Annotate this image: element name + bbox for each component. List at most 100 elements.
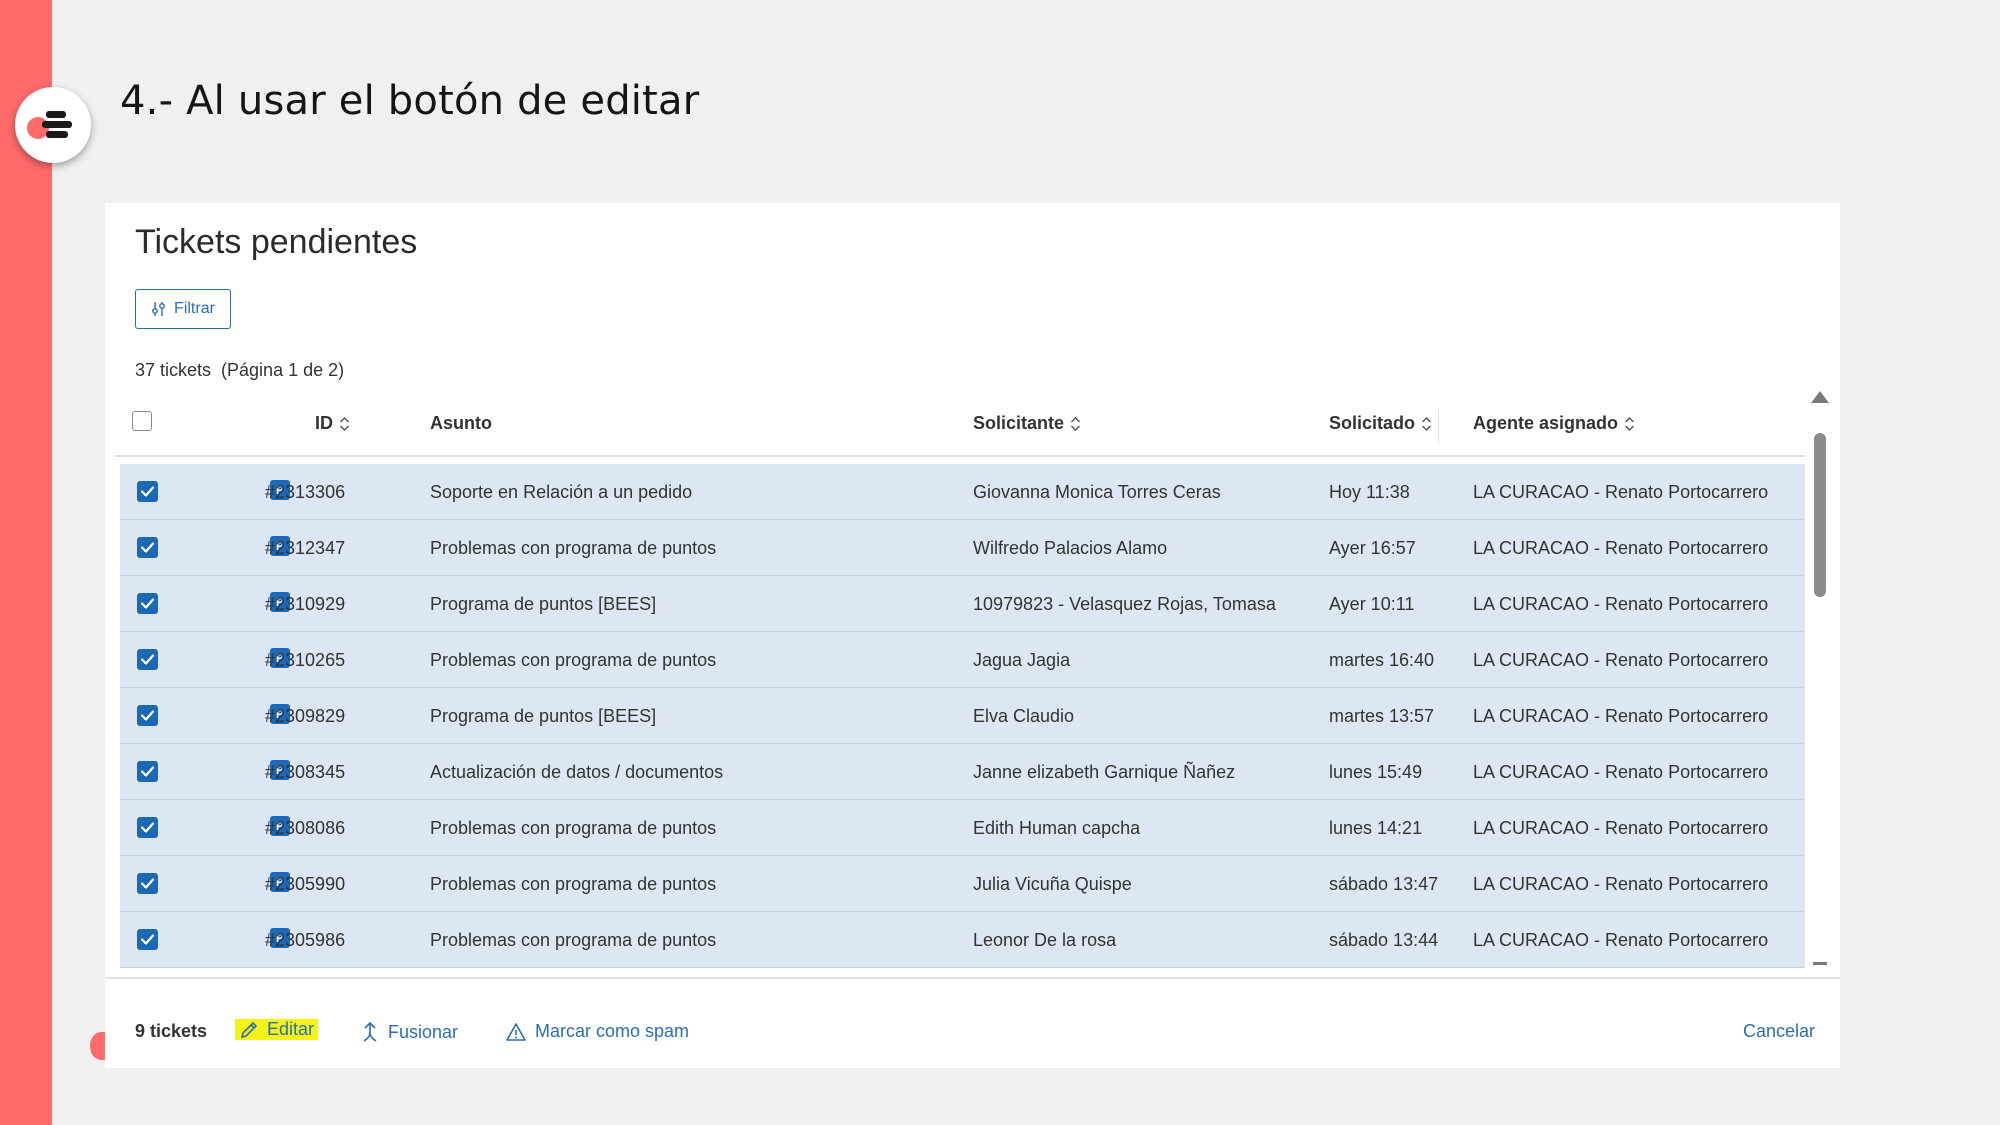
cell-id[interactable]: #2308345 [265, 762, 345, 783]
cell-id[interactable]: #2305990 [265, 874, 345, 895]
row-checkbox[interactable] [137, 481, 158, 502]
table-body: P #2313306 Soporte en Relación a un pedido… [120, 464, 1805, 973]
selected-count: 9 tickets [135, 1021, 208, 1041]
table-row[interactable]: P #2313306 Soporte en Relación a un pedido… [120, 464, 1805, 520]
table-row[interactable]: P #2305990 Problemas con programa de punto… [120, 856, 1805, 912]
column-header-subject: Asunto [430, 413, 492, 434]
row-checkbox[interactable] [137, 593, 158, 614]
cell-requested: martes 13:57 [1329, 706, 1435, 726]
cell-requester: Julia Vicuña Quispe [973, 874, 1132, 894]
cell-subject[interactable]: Soporte en Relación a un pedido [430, 482, 692, 503]
cell-requested: sábado 13:47 [1329, 874, 1439, 894]
cell-agent: LA CURACAO - Renato Portocarrero [1473, 762, 1769, 782]
logo-bar [42, 121, 72, 128]
cell-subject[interactable]: Programa de puntos [BEES] [430, 706, 656, 727]
slide-title: 4.- Al usar el botón de editar [120, 78, 700, 124]
column-header-requested[interactable]: Solicitado [1329, 413, 1432, 434]
cell-agent: LA CURACAO - Renato Portocarrero [1473, 874, 1769, 894]
column-header-label: Agente asignado [1473, 413, 1619, 433]
filter-sliders-icon [152, 302, 165, 316]
merge-button[interactable]: Fusionar [360, 1021, 458, 1043]
row-checkbox[interactable] [137, 537, 158, 558]
column-header-id[interactable]: ID [315, 413, 350, 434]
cell-subject[interactable]: Programa de puntos [BEES] [430, 594, 656, 615]
sort-icon [1625, 416, 1635, 431]
scrollbar-thumb[interactable] [1814, 433, 1826, 597]
brand-logo [15, 87, 91, 163]
table-row[interactable]: P #2310929 Programa de puntos [BEES] 109798… [120, 576, 1805, 632]
mark-spam-label: Marcar como spam [535, 1021, 690, 1041]
cell-requested: Hoy 11:38 [1329, 482, 1410, 502]
cell-id[interactable]: #2310265 [265, 650, 345, 671]
table-row[interactable]: P #2312347 Problemas con programa de punto… [120, 520, 1805, 576]
cell-agent: LA CURACAO - Renato Portocarrero [1473, 594, 1769, 614]
edit-button[interactable]: Editar [235, 1019, 319, 1040]
row-checkbox[interactable] [137, 761, 158, 782]
cancel-button[interactable]: Cancelar [1743, 1021, 1815, 1042]
mark-spam-button[interactable]: Marcar como spam [505, 1021, 689, 1042]
cell-requested: martes 16:40 [1329, 650, 1435, 670]
cell-requester: Wilfredo Palacios Alamo [973, 538, 1168, 558]
table-row[interactable]: P #2305986 Problemas con programa de punto… [120, 912, 1805, 968]
cell-id[interactable]: #2309829 [265, 706, 345, 727]
page-title: Tickets pendientes [135, 223, 418, 261]
decorative-stripe [0, 0, 52, 1125]
row-checkbox[interactable] [137, 873, 158, 894]
cell-requested: lunes 14:21 [1329, 818, 1423, 838]
cell-id[interactable]: #2310929 [265, 594, 345, 615]
column-header-requester[interactable]: Solicitante [973, 413, 1081, 434]
cell-subject[interactable]: Problemas con programa de puntos [430, 818, 716, 839]
cell-agent: LA CURACAO - Renato Portocarrero [1473, 706, 1769, 726]
column-header-label: Solicitado [1329, 413, 1416, 433]
cell-subject[interactable]: Problemas con programa de puntos [430, 930, 716, 951]
table-row[interactable]: P #2310265 Problemas con programa de punto… [120, 632, 1805, 688]
table-scrollbar[interactable] [1808, 391, 1832, 971]
sort-icon [1071, 416, 1081, 431]
column-header-label: Solicitante [973, 413, 1065, 433]
cell-id[interactable]: #2312347 [265, 538, 345, 559]
cell-subject[interactable]: Problemas con programa de puntos [430, 874, 716, 895]
row-checkbox[interactable] [137, 649, 158, 670]
row-checkbox[interactable] [137, 705, 158, 726]
merge-label: Fusionar [388, 1021, 459, 1042]
sort-icon [339, 416, 350, 431]
warning-icon [506, 1022, 526, 1041]
tickets-panel: Tickets pendientes Filtrar 37 tickets (P… [105, 203, 1840, 1068]
cell-agent: LA CURACAO - Renato Portocarrero [1473, 538, 1769, 558]
column-header-label: ID [315, 413, 333, 433]
cell-subject[interactable]: Problemas con programa de puntos [430, 538, 716, 559]
tickets-table: ID Asunto Solicitante Solicitado Agente … [115, 389, 1815, 973]
select-all-checkbox[interactable] [132, 411, 152, 431]
filter-button[interactable]: Filtrar [135, 289, 231, 329]
cell-subject[interactable]: Actualización de datos / documentos [430, 762, 723, 783]
cell-requested: Ayer 10:11 [1329, 594, 1415, 614]
cell-id[interactable]: #2305986 [265, 930, 345, 951]
cell-id[interactable]: #2313306 [265, 482, 345, 503]
filter-label: Filtrar [174, 300, 215, 317]
scroll-down-arrow-icon[interactable] [1813, 962, 1827, 965]
cell-requested: Ayer 16:57 [1329, 538, 1416, 558]
cell-requester: Giovanna Monica Torres Ceras [973, 482, 1221, 502]
row-checkbox[interactable] [137, 929, 158, 950]
table-row[interactable]: P #2309829 Programa de puntos [BEES] Elva C… [120, 688, 1805, 744]
cell-id[interactable]: #2308086 [265, 818, 345, 839]
cell-requester: Jagua Jagia [973, 650, 1071, 670]
row-checkbox[interactable] [137, 817, 158, 838]
sort-icon [1421, 416, 1432, 431]
column-header-agent[interactable]: Agente asignado [1473, 413, 1635, 434]
column-divider [1438, 409, 1439, 443]
scroll-up-arrow-icon[interactable] [1811, 391, 1829, 403]
logo-bar [46, 131, 68, 138]
merge-icon [363, 1021, 377, 1042]
table-header: ID Asunto Solicitante Solicitado Agente … [115, 389, 1805, 457]
ticket-count: 37 tickets (Página 1 de 2) [135, 360, 345, 380]
bulk-action-bar: 9 tickets Editar Fusionar Marcar como sp… [135, 1019, 1815, 1051]
table-row[interactable]: P #2308345 Actualización de datos / docume… [120, 744, 1805, 800]
table-row[interactable]: P #2308086 Problemas con programa de punto… [120, 800, 1805, 856]
cell-agent: LA CURACAO - Renato Portocarrero [1473, 650, 1769, 670]
cell-subject[interactable]: Problemas con programa de puntos [430, 650, 716, 671]
cell-agent: LA CURACAO - Renato Portocarrero [1473, 482, 1769, 502]
cell-requester: Elva Claudio [973, 706, 1075, 726]
cell-agent: LA CURACAO - Renato Portocarrero [1473, 818, 1769, 838]
table-row-partial [120, 968, 1805, 973]
